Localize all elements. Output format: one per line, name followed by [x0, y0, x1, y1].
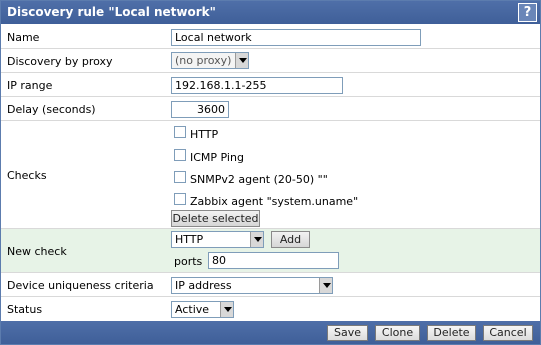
checks-label: Checks — [7, 169, 47, 182]
status-select[interactable]: Active — [171, 301, 234, 318]
row-delay: Delay (seconds) 3600 — [1, 97, 540, 121]
ip-range-input[interactable]: 192.168.1.1-255 — [171, 77, 343, 94]
check-item-label: HTTP — [190, 128, 219, 141]
name-input[interactable]: Local network — [171, 29, 421, 46]
delay-input[interactable]: 3600 — [171, 101, 229, 118]
checkbox-http[interactable] — [174, 126, 186, 138]
proxy-select-value: (no proxy) — [175, 54, 232, 67]
form-footer: Save Clone Delete Cancel — [1, 321, 540, 344]
row-ip-range: IP range 192.168.1.1-255 — [1, 73, 540, 97]
form-title-bar: Discovery rule "Local network" ? — [1, 1, 540, 24]
row-checks: Checks HTTP ICMP Ping SNMPv2 agent (20-5… — [1, 121, 540, 229]
save-button[interactable]: Save — [327, 325, 368, 341]
name-label: Name — [7, 31, 40, 44]
row-new-check: New check HTTP Add ports 80 — [1, 229, 540, 273]
ports-input[interactable]: 80 — [208, 252, 339, 269]
clone-button[interactable]: Clone — [375, 325, 420, 341]
chevron-down-icon — [319, 278, 332, 293]
add-check-button[interactable]: Add — [271, 231, 310, 248]
proxy-select[interactable]: (no proxy) — [171, 52, 249, 69]
check-type-value: HTTP — [175, 233, 204, 246]
checkbox-zabbix-agent[interactable] — [174, 193, 186, 205]
discovery-rule-form: Discovery rule "Local network" ? Name Lo… — [0, 0, 541, 345]
ports-label: ports — [174, 255, 203, 268]
row-name: Name Local network — [1, 25, 540, 49]
cancel-button[interactable]: Cancel — [483, 325, 533, 341]
check-item-label: Zabbix agent "system.uname" — [190, 195, 359, 208]
check-type-select[interactable]: HTTP — [171, 231, 264, 248]
chevron-down-icon — [235, 53, 248, 68]
new-check-label: New check — [7, 245, 67, 258]
delay-label: Delay (seconds) — [7, 103, 96, 116]
row-status: Status Active — [1, 297, 540, 321]
uniqueness-value: IP address — [175, 279, 232, 292]
help-icon[interactable]: ? — [518, 3, 537, 22]
checkbox-snmpv2-agent[interactable] — [174, 171, 186, 183]
delete-selected-button[interactable]: Delete selected — [171, 210, 260, 227]
row-proxy: Discovery by proxy (no proxy) — [1, 49, 540, 73]
chevron-down-icon — [250, 232, 263, 247]
check-item-label: SNMPv2 agent (20-50) "" — [190, 173, 328, 186]
proxy-label: Discovery by proxy — [7, 55, 113, 68]
checkbox-icmp-ping[interactable] — [174, 149, 186, 161]
row-uniqueness: Device uniqueness criteria IP address — [1, 273, 540, 297]
chevron-down-icon — [220, 302, 233, 317]
ip-range-label: IP range — [7, 79, 53, 92]
status-label: Status — [7, 303, 43, 316]
delete-button[interactable]: Delete — [427, 325, 476, 341]
uniqueness-select[interactable]: IP address — [171, 277, 333, 294]
status-value: Active — [175, 303, 210, 316]
check-item-label: ICMP Ping — [190, 151, 244, 164]
uniqueness-label: Device uniqueness criteria — [7, 279, 154, 292]
form-title: Discovery rule "Local network" — [7, 5, 216, 19]
